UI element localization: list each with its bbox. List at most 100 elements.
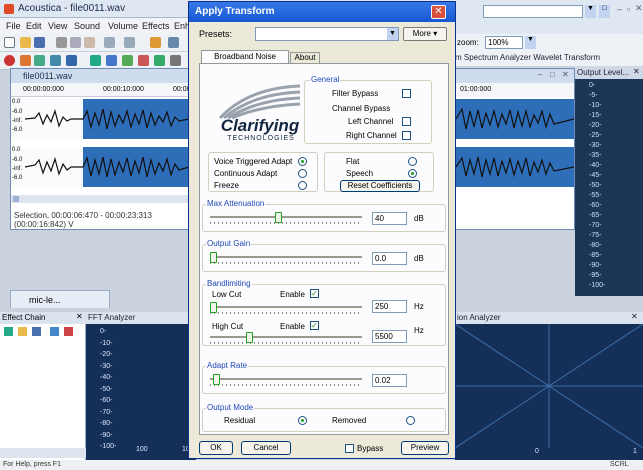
flat-radio[interactable] [408, 157, 417, 166]
doc-maximize-icon[interactable]: □ [550, 70, 555, 79]
slider-thumb[interactable] [210, 252, 217, 263]
menu-view[interactable]: View [48, 21, 67, 31]
reset-coefficients-button[interactable]: Reset Coefficients [340, 180, 420, 192]
tab-broadband-noise-reduction[interactable]: Broadband Noise Reduction [201, 50, 289, 73]
tab-about[interactable]: About [290, 52, 320, 63]
level-bars-icon[interactable] [34, 55, 45, 66]
output-gain-slider[interactable] [210, 252, 362, 264]
time-ruler[interactable]: 00:00:00:000 00:00:10:000 00:00 [11, 83, 191, 97]
more-button[interactable]: More ▾ [403, 27, 447, 41]
waveform-track-left[interactable]: 0.0 -6.0 -inf. -6.0 [11, 99, 189, 139]
output-gain-input[interactable]: 0.0 [372, 252, 407, 265]
window-icon[interactable]: □ [599, 5, 610, 18]
gear-icon[interactable] [170, 55, 181, 66]
save-chain-icon[interactable] [32, 327, 41, 336]
low-cut-slider[interactable] [210, 302, 362, 314]
time-ruler-right[interactable]: 01:00:000 [456, 83, 574, 97]
zoom-select[interactable]: 100% [485, 36, 523, 49]
toolbar-combo[interactable] [483, 5, 583, 18]
redo-icon[interactable] [124, 37, 135, 48]
minimize-icon[interactable]: – [617, 4, 622, 14]
wavelet-header: ion Analyzer ✕ [455, 312, 643, 324]
preview-button[interactable]: Preview [401, 441, 449, 455]
adapt-rate-slider[interactable] [210, 374, 362, 386]
chevron-down-icon[interactable]: ▼ [585, 5, 596, 18]
effect-chain-scrollbar[interactable] [0, 448, 86, 458]
analyzer-icon[interactable] [66, 55, 77, 66]
max-attenuation-slider[interactable] [210, 212, 362, 224]
effect-red-icon[interactable] [138, 55, 149, 66]
doc-minimize-icon[interactable]: – [538, 70, 542, 79]
freeze-label: Freeze [214, 181, 239, 190]
save-icon[interactable] [34, 37, 45, 48]
zoom-tool-icon[interactable] [168, 37, 179, 48]
tuning-fork-icon[interactable] [20, 55, 31, 66]
low-cut-input[interactable]: 250 [372, 300, 407, 313]
wavelet-plot[interactable] [455, 324, 643, 448]
menu-effects[interactable]: Effects [142, 21, 169, 31]
horizontal-scrollbar[interactable] [11, 195, 189, 203]
presets-chevron-down-icon[interactable]: ▼ [387, 28, 398, 40]
menu-edit[interactable]: Edit [26, 21, 42, 31]
waveform-right-left[interactable] [456, 99, 574, 139]
max-attenuation-input[interactable]: 40 [372, 212, 407, 225]
panel-tabs-label[interactable]: m Spectrum Analyzer Wavelet Transform [455, 53, 600, 62]
waveform-right-right[interactable] [456, 147, 574, 187]
removed-radio[interactable] [406, 416, 415, 425]
low-cut-enable-checkbox[interactable]: ✓ [310, 289, 319, 298]
filter-bypass-checkbox[interactable] [402, 89, 411, 98]
panel-close-icon[interactable]: ✕ [633, 67, 640, 76]
spectrum-icon[interactable] [50, 55, 61, 66]
ok-button[interactable]: OK [199, 441, 233, 455]
high-cut-slider[interactable] [210, 332, 362, 344]
paste-icon[interactable] [84, 37, 95, 48]
continuous-adapt-radio[interactable] [298, 169, 307, 178]
menu-sound[interactable]: Sound [74, 21, 100, 31]
zoom-chevron-down-icon[interactable]: ▼ [525, 36, 536, 49]
dialog-close-icon[interactable]: ✕ [431, 5, 446, 19]
output-level-tick: -95- [589, 272, 602, 279]
new-file-icon[interactable] [4, 37, 15, 48]
undo-icon[interactable] [104, 37, 115, 48]
slider-thumb[interactable] [275, 212, 282, 223]
open-folder-icon[interactable] [20, 37, 31, 48]
eq-icon[interactable] [90, 55, 101, 66]
freeze-radio[interactable] [298, 181, 307, 190]
menu-file[interactable]: File [6, 21, 21, 31]
adapt-rate-input[interactable]: 0.02 [372, 374, 407, 387]
add-effect-icon[interactable] [4, 327, 13, 336]
dynamics-icon[interactable] [106, 55, 117, 66]
slider-thumb[interactable] [213, 374, 220, 385]
residual-radio[interactable] [298, 416, 307, 425]
doc-close-icon[interactable]: ✕ [562, 70, 569, 79]
mic-document-tab[interactable]: mic-le... [10, 290, 110, 308]
stop-record-icon[interactable] [4, 55, 15, 66]
copy-icon[interactable] [70, 37, 81, 48]
menu-volume[interactable]: Volume [108, 21, 138, 31]
cut-icon[interactable] [56, 37, 67, 48]
reverb-icon[interactable] [122, 55, 133, 66]
waveform-track-right[interactable]: 0.0 -6.0 -inf. -6.0 [11, 147, 189, 187]
speech-radio[interactable] [408, 169, 417, 178]
delete-effect-icon[interactable] [64, 327, 73, 336]
effect-green-icon[interactable] [154, 55, 165, 66]
scroll-left-icon[interactable] [13, 196, 19, 202]
move-down-icon[interactable] [50, 327, 59, 336]
bypass-checkbox[interactable] [345, 444, 354, 453]
presets-select[interactable] [255, 27, 399, 41]
voice-triggered-radio[interactable] [298, 157, 307, 166]
slider-thumb[interactable] [210, 302, 217, 313]
pointer-tool-icon[interactable] [150, 37, 161, 48]
high-cut-input[interactable]: 5500 [372, 330, 407, 343]
left-channel-checkbox[interactable] [402, 117, 411, 126]
open-chain-icon[interactable] [18, 327, 27, 336]
slider-thumb[interactable] [246, 332, 253, 343]
close-icon[interactable]: ✕ [635, 3, 643, 14]
panel-close-icon[interactable]: ✕ [631, 312, 638, 321]
panel-close-icon[interactable]: ✕ [76, 312, 83, 321]
maximize-icon[interactable]: ▫ [627, 4, 630, 14]
cancel-button[interactable]: Cancel [241, 441, 291, 455]
right-channel-checkbox[interactable] [402, 131, 411, 140]
high-cut-enable-checkbox[interactable]: ✓ [310, 321, 319, 330]
apply-transform-dialog: Apply Transform ✕ Presets: ▼ More ▾ Broa… [188, 1, 456, 459]
